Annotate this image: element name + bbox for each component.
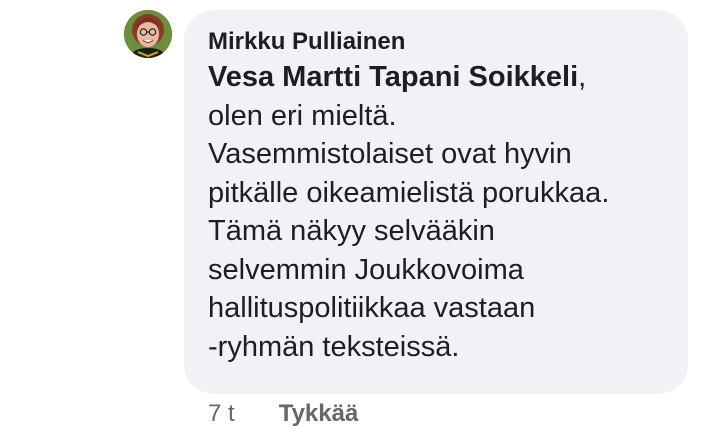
comment-line: -ryhmän teksteissä.	[208, 330, 460, 363]
profile-photo-icon	[124, 10, 172, 58]
mention-suffix: ,	[578, 61, 587, 93]
comment-line: pitkälle oikeamielistä porukkaa.	[208, 176, 610, 209]
comment-line: Tämä näkyy selvääkin	[208, 215, 495, 247]
comment-line: olen eri mieltä.	[208, 99, 397, 132]
like-button[interactable]: Tykkää	[279, 400, 359, 428]
avatar[interactable]	[124, 10, 172, 58]
comment-view: Mirkku Pulliainen Vesa Martti Tapani Soi…	[0, 0, 720, 448]
comment-timestamp[interactable]: 7 t	[208, 400, 235, 428]
comment-body: Vesa Martti Tapani Soikkeli, olen eri mi…	[208, 58, 664, 366]
comment-bubble: Mirkku Pulliainen Vesa Martti Tapani Soi…	[184, 10, 688, 394]
comment-author-name[interactable]: Mirkku Pulliainen	[208, 26, 664, 58]
comment-meta: 7 t Tykkää	[208, 398, 358, 430]
comment-line: selvemmin Joukkovoima	[208, 253, 524, 286]
mention-link[interactable]: Vesa Martti Tapani Soikkeli	[208, 61, 578, 93]
comment-line: Vasemmistolaiset ovat hyvin	[208, 138, 572, 170]
comment-line: hallituspolitiikkaa vastaan	[208, 292, 536, 324]
comment-line-mention: Vesa Martti Tapani Soikkeli,	[208, 58, 664, 97]
